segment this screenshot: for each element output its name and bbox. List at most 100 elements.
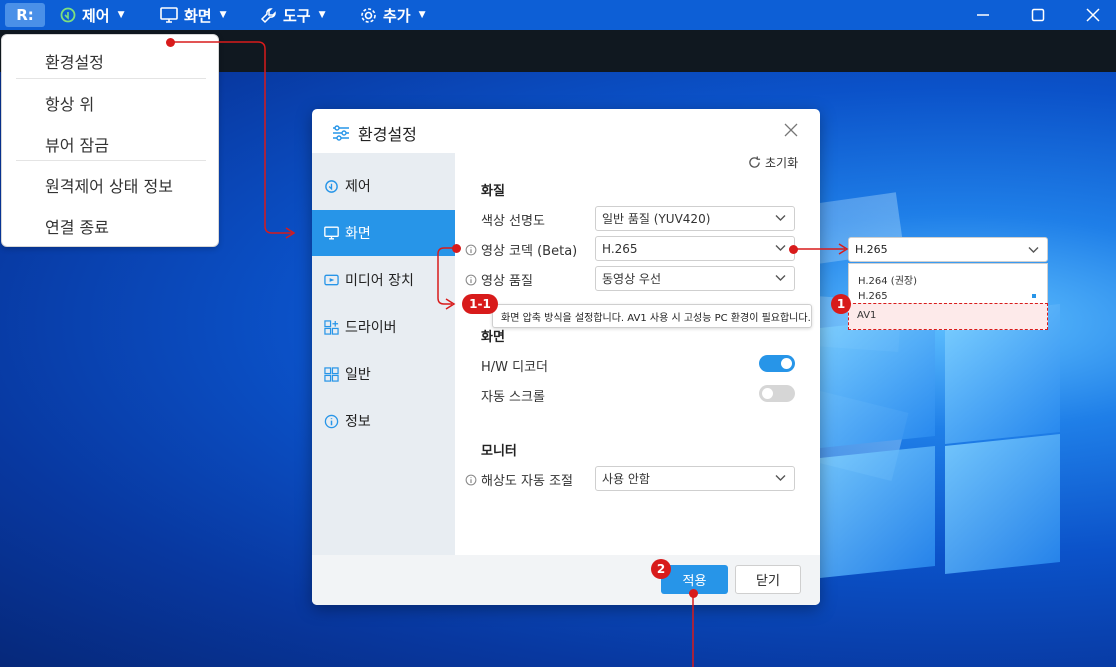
selected-indicator [1032,294,1036,298]
app-logo-text: R: [16,6,34,24]
info-icon[interactable] [465,274,477,286]
section-heading-quality: 화질 [481,184,505,199]
menu-more-label: 추가 [383,6,411,25]
auto-resolution-value: 사용 안함 [602,472,650,486]
menu-item-settings[interactable]: 환경설정 [45,49,104,73]
close-icon [1086,8,1100,22]
video-quality-label-text: 영상 품질 [481,274,533,289]
minimize-icon [977,14,989,16]
callout-badge-1-1: 1-1 [462,294,498,314]
menu-item-viewer-lock[interactable]: 뷰어 잠금 [45,132,109,156]
section-heading-monitor: 모니터 [481,444,517,459]
codec-option-h264[interactable]: H.264 (권장) [858,272,917,287]
wrench-icon [260,7,276,23]
close-window-button[interactable] [1070,0,1116,30]
video-codec-label: 영상 코덱 (Beta) [465,240,577,259]
minimize-button[interactable] [960,0,1006,30]
video-quality-label: 영상 품질 [465,270,533,289]
color-clarity-value: 일반 품질 (YUV420) [602,212,711,226]
menu-divider [16,160,206,161]
color-clarity-label: 색상 선명도 [481,214,545,229]
auto-scroll-toggle[interactable] [759,385,795,402]
menu-tools-label: 도구 [283,6,311,25]
menu-screen-label: 화면 [184,6,212,25]
menu-item-remote-status[interactable]: 원격제어 상태 정보 [45,173,173,197]
sidebar-item-screen[interactable]: 화면 [312,210,455,256]
menu-control[interactable]: 제어 ▼ [60,0,125,30]
settings-sidebar: 제어 화면 미디어 장치 드라이버 일반 정보 [312,153,455,555]
chevron-down-icon: ▼ [219,10,227,20]
menu-item-disconnect[interactable]: 연결 종료 [45,214,109,238]
close-icon[interactable] [783,122,799,138]
maximize-icon [1031,8,1045,22]
menu-tools[interactable]: 도구 ▼ [260,0,326,30]
sidebar-item-media-device[interactable]: 미디어 장치 [312,257,455,303]
gear-icon [361,7,376,23]
sidebar-item-label: 드라이버 [345,320,397,336]
codec-tooltip: 화면 압축 방식을 설정합니다. AV1 사용 시 고성능 PC 환경이 필요합… [492,304,812,328]
codec-dropdown-value: H.265 [855,243,888,256]
chevron-down-icon [775,215,786,221]
chevron-down-icon: ▼ [318,10,326,20]
video-codec-select[interactable]: H.265 [595,236,795,261]
auto-resolution-select[interactable]: 사용 안함 [595,466,795,491]
settings-dialog: 환경설정 제어 화면 미디어 장치 드라이버 일반 정보 초기화 화질 색상 선… [312,109,820,605]
sidebar-item-info[interactable]: 정보 [312,398,455,444]
chevron-down-icon [775,475,786,481]
monitor-icon [324,226,339,240]
callout-dot [166,38,175,47]
video-codec-label-text: 영상 코덱 (Beta) [481,244,578,259]
sidebar-item-label: 일반 [345,367,371,383]
app-logo-button[interactable]: R: [5,3,45,27]
menu-more[interactable]: 추가 ▼ [360,0,426,30]
sidebar-item-label: 미디어 장치 [345,273,414,289]
auto-resolution-label: 해상도 자동 조절 [465,470,573,489]
sidebar-item-driver[interactable]: 드라이버 [312,304,455,350]
grid-icon [324,366,339,382]
video-codec-value: H.265 [602,241,638,256]
callout-badge-1: 1 [831,294,851,314]
hw-decoder-label: H/W 디코더 [481,360,549,375]
callout-badge-2: 2 [651,559,671,579]
sidebar-item-label: 정보 [345,414,371,430]
callout-dot [452,244,461,253]
reset-label: 초기화 [765,156,799,170]
sidebar-item-label: 제어 [345,179,371,195]
section-heading-screen: 화면 [481,330,505,345]
windows-logo [820,303,1070,582]
info-icon[interactable] [465,474,477,486]
video-quality-value: 동영상 우선 [602,272,662,286]
color-clarity-select[interactable]: 일반 품질 (YUV420) [595,206,795,231]
info-icon[interactable] [465,244,477,256]
menu-item-always-on-top[interactable]: 항상 위 [45,91,94,115]
sidebar-item-control[interactable]: 제어 [312,163,455,209]
auto-scroll-label: 자동 스크롤 [481,390,545,405]
chevron-down-icon: ▼ [117,10,125,20]
video-quality-select[interactable]: 동영상 우선 [595,266,795,291]
auto-resolution-label-text: 해상도 자동 조절 [481,474,573,489]
title-bar: R: 제어 ▼ 화면 ▼ 도구 ▼ 추가 ▼ [0,0,1116,30]
reset-button[interactable]: 초기화 [748,154,798,171]
menu-control-label: 제어 [82,6,110,25]
chevron-down-icon: ▼ [418,10,426,20]
maximize-button[interactable] [1015,0,1061,30]
settings-sliders-icon [333,125,349,141]
info-icon [324,414,339,428]
chevron-down-icon [775,245,786,251]
chevron-down-icon [775,275,786,281]
sidebar-item-general[interactable]: 일반 [312,351,455,397]
close-dialog-button[interactable]: 닫기 [735,565,801,594]
sidebar-item-label: 화면 [345,226,371,242]
dialog-title-text: 환경설정 [358,125,417,144]
app-menu: 환경설정 항상 위 뷰어 잠금 원격제어 상태 정보 연결 종료 [1,34,219,247]
hw-decoder-toggle[interactable] [759,355,795,372]
menu-screen[interactable]: 화면 ▼ [160,0,227,30]
monitor-icon [160,7,178,23]
codec-option-h265[interactable]: H.265 [858,291,888,302]
codec-option-av1-highlight[interactable]: AV1 [848,303,1048,330]
driver-icon [324,319,339,335]
remote-control-icon [325,179,338,193]
callout-dot [689,589,698,598]
remote-control-icon [60,7,76,23]
codec-dropdown-select[interactable]: H.265 [848,237,1048,262]
